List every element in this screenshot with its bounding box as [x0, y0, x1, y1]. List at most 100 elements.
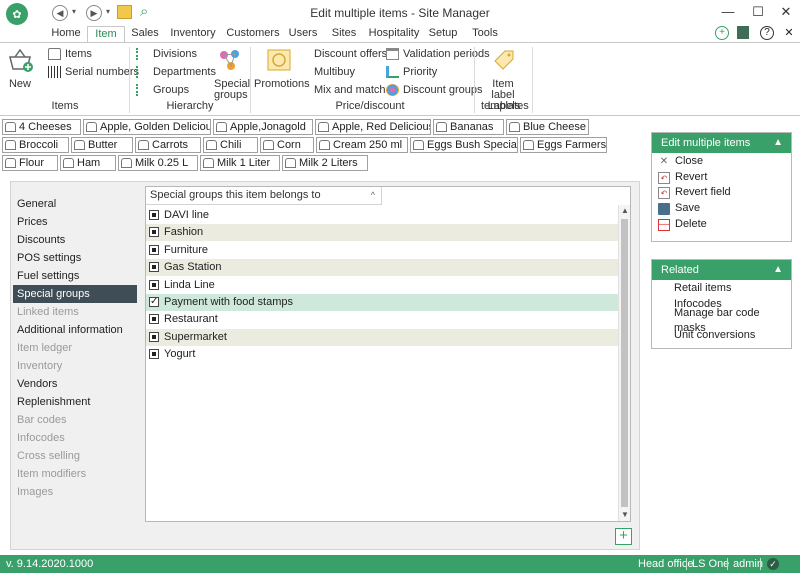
related-panel-header[interactable]: Related ▲: [652, 260, 791, 280]
related-link-bar-code-masks[interactable]: Manage bar code masks: [674, 307, 791, 334]
item-chip[interactable]: Carrots: [135, 137, 201, 153]
tab-customers[interactable]: Customers: [225, 26, 281, 42]
edit-panel-header[interactable]: Edit multiple items ▲: [652, 133, 791, 153]
collapse-chevron-icon[interactable]: ▲: [773, 133, 783, 153]
vertical-scrollbar[interactable]: ▲ ▼: [618, 205, 630, 521]
multibuy-button[interactable]: Multibuy: [314, 66, 355, 78]
nav-pos-settings[interactable]: POS settings: [13, 249, 137, 267]
related-link-unit-conversions[interactable]: Unit conversions: [674, 328, 755, 343]
minimize-button[interactable]: —: [718, 3, 738, 21]
nav-replenishment[interactable]: Replenishment: [13, 393, 137, 411]
checkbox[interactable]: [149, 227, 159, 237]
nav-general[interactable]: General: [13, 195, 137, 213]
list-item[interactable]: Yogurt: [146, 346, 618, 363]
add-circle-icon[interactable]: +: [715, 26, 729, 40]
revert-field-action[interactable]: ↶ Revert field: [658, 185, 731, 200]
save-action[interactable]: Save: [658, 201, 700, 216]
close-window-button[interactable]: ✕: [776, 3, 796, 21]
nav-special-groups[interactable]: Special groups: [13, 285, 137, 303]
maximize-button[interactable]: ☐: [748, 3, 768, 21]
list-item[interactable]: Gas Station: [146, 259, 618, 276]
nav-vendors[interactable]: Vendors: [13, 375, 137, 393]
item-chip[interactable]: Eggs Bush Special: [410, 137, 518, 153]
groups-button[interactable]: Groups: [136, 84, 189, 96]
tab-setup[interactable]: Setup: [428, 26, 458, 42]
discount-groups-button[interactable]: Discount groups: [386, 84, 483, 96]
scroll-down-icon[interactable]: ▼: [619, 509, 631, 521]
item-chip[interactable]: Milk 0.25 L: [118, 155, 198, 171]
checkbox[interactable]: [149, 349, 159, 359]
list-item-selected[interactable]: ✓ Payment with food stamps: [146, 294, 618, 311]
item-chip[interactable]: Milk 1 Liter: [200, 155, 280, 171]
checkbox-checked[interactable]: ✓: [149, 297, 159, 307]
mix-and-match-button[interactable]: Mix and match: [314, 84, 386, 96]
list-item[interactable]: Supermarket: [146, 329, 618, 346]
help-icon[interactable]: ?: [760, 26, 774, 40]
item-chip[interactable]: Butter: [71, 137, 133, 153]
priority-icon: [386, 66, 399, 78]
scroll-up-icon[interactable]: ▲: [619, 205, 631, 217]
tab-hospitality[interactable]: Hospitality: [366, 26, 422, 42]
item-chip[interactable]: Apple, Golden Delicious: [83, 119, 211, 135]
item-chip[interactable]: Flour: [2, 155, 58, 171]
item-chip[interactable]: 4 Cheeses: [2, 119, 81, 135]
item-chip[interactable]: Corn: [260, 137, 314, 153]
checkbox[interactable]: [149, 245, 159, 255]
ribbon-items-button[interactable]: Items: [48, 48, 92, 60]
checkbox[interactable]: [149, 262, 159, 272]
related-link-retail-items[interactable]: Retail items: [674, 281, 731, 296]
promotions-button[interactable]: Promotions: [254, 47, 310, 90]
discount-offers-button[interactable]: Discount offers: [314, 48, 387, 60]
tab-users[interactable]: Users: [288, 26, 318, 42]
special-groups-content: Special groups this item belongs to ^ DA…: [139, 182, 639, 549]
serial-numbers-button[interactable]: Serial numbers: [48, 66, 139, 78]
checkbox[interactable]: [149, 314, 159, 324]
tab-sites[interactable]: Sites: [330, 26, 358, 42]
column-header[interactable]: Special groups this item belongs to ^: [146, 187, 382, 205]
database-icon[interactable]: [737, 26, 749, 39]
nav-fuel-settings[interactable]: Fuel settings: [13, 267, 137, 285]
list-item[interactable]: Linda Line: [146, 277, 618, 294]
item-chip[interactable]: Apple,Jonagold: [213, 119, 313, 135]
checkbox[interactable]: [149, 280, 159, 290]
tab-tools[interactable]: Tools: [470, 26, 500, 42]
basket-icon: [509, 122, 520, 132]
tab-item[interactable]: Item: [87, 26, 125, 43]
item-chip[interactable]: Milk 2 Liters: [282, 155, 368, 171]
tab-inventory[interactable]: Inventory: [166, 26, 220, 42]
new-button[interactable]: New: [4, 47, 36, 90]
list-item[interactable]: Furniture: [146, 242, 618, 259]
item-chip[interactable]: Eggs Farmers: [520, 137, 607, 153]
item-chip[interactable]: Cream 250 ml: [316, 137, 408, 153]
nav-prices[interactable]: Prices: [13, 213, 137, 231]
nav-inventory: Inventory: [17, 360, 63, 372]
list-item[interactable]: Fashion: [146, 224, 618, 241]
item-chip[interactable]: Chili: [203, 137, 258, 153]
tab-home[interactable]: Home: [48, 26, 84, 42]
basket-icon: [86, 122, 97, 132]
item-chip[interactable]: Broccoli: [2, 137, 69, 153]
item-chip[interactable]: Bananas: [433, 119, 504, 135]
close-tab-icon[interactable]: ✕: [782, 26, 796, 40]
checkbox[interactable]: [149, 332, 159, 342]
divisions-button[interactable]: Divisions: [136, 48, 197, 60]
add-button[interactable]: +: [615, 528, 632, 545]
list-item[interactable]: Restaurant: [146, 311, 618, 328]
revert-action[interactable]: ↶ Revert: [658, 170, 707, 185]
item-chip[interactable]: Ham: [60, 155, 116, 171]
delete-action[interactable]: — Delete: [658, 217, 707, 232]
nav-additional-information[interactable]: Additional information: [13, 321, 137, 339]
nav-discounts[interactable]: Discounts: [13, 231, 137, 249]
departments-button[interactable]: Departments: [136, 66, 216, 78]
list-item[interactable]: DAVI line: [146, 207, 618, 224]
close-action[interactable]: ✕ Close: [658, 154, 703, 169]
close-icon: ✕: [659, 155, 669, 167]
scroll-thumb[interactable]: [621, 219, 628, 507]
priority-button[interactable]: Priority: [386, 66, 437, 78]
checkbox[interactable]: [149, 210, 159, 220]
item-chip[interactable]: Blue Cheese: [506, 119, 589, 135]
collapse-chevron-icon[interactable]: ▲: [773, 260, 783, 280]
tab-sales[interactable]: Sales: [128, 26, 162, 42]
item-chip[interactable]: Apple, Red Delicious: [315, 119, 431, 135]
special-groups-button[interactable]: Special groups: [211, 47, 250, 101]
